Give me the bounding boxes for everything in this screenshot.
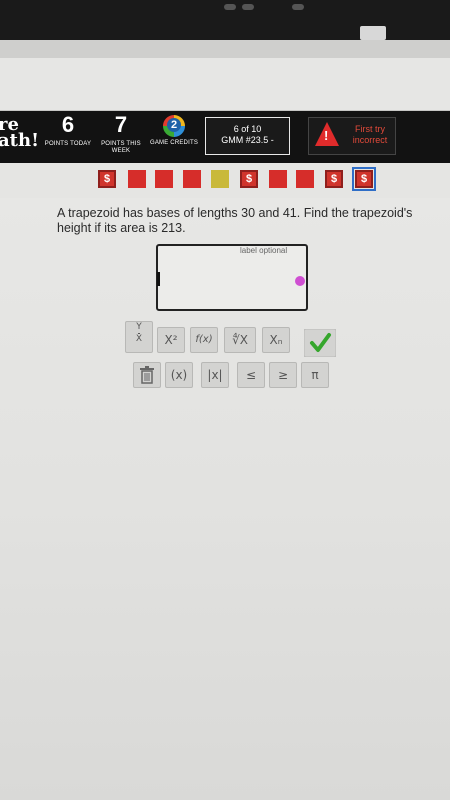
trash-icon (140, 366, 154, 384)
game-credits-icon: 2 (163, 115, 185, 137)
pi-button[interactable]: π (301, 362, 329, 388)
subscript-button[interactable]: Xₙ (262, 327, 290, 353)
monitor-bezel (0, 0, 450, 40)
tile-10-dollar-current[interactable]: $ (352, 167, 376, 191)
points-week-label: POINTS THIS WEEK (101, 141, 141, 154)
problem-tiles: $ $ $ $ (0, 163, 450, 198)
tile-7[interactable] (269, 170, 287, 188)
screen-edge (0, 40, 450, 58)
fraction-button[interactable]: Y X (125, 321, 153, 353)
fraction-icon: Y X (136, 323, 142, 344)
tile-5[interactable] (211, 170, 229, 188)
question-text: A trapezoid has bases of lengths 30 and … (57, 206, 413, 235)
game-credits[interactable]: 2 GAME CREDITS (144, 113, 204, 147)
app-logo: re ath! (0, 116, 39, 151)
logo-line2: ath! (0, 130, 39, 151)
browser-area (0, 58, 450, 111)
power-button[interactable]: X² (157, 327, 185, 353)
bezel-light (242, 4, 254, 10)
root-button[interactable]: ∜X (224, 327, 256, 353)
absolute-value-button[interactable]: |x| (201, 362, 229, 388)
fraction-top: Y (136, 322, 142, 332)
submit-button[interactable] (303, 328, 337, 358)
text-cursor (157, 272, 160, 286)
bezel-light (224, 4, 236, 10)
trash-button[interactable] (133, 362, 161, 388)
bezel-notch (360, 26, 386, 40)
tile-3[interactable] (155, 170, 173, 188)
points-this-week: 7 POINTS THIS WEEK (91, 113, 151, 155)
answer-input[interactable]: label optional (156, 244, 308, 311)
less-equal-button[interactable]: ≤ (237, 362, 265, 388)
warning-icon: ! (315, 122, 339, 146)
pointer-dot-icon (295, 276, 305, 286)
progress-count: 6 of 10 (233, 124, 262, 134)
first-try-status: ! First try incorrect (308, 117, 396, 155)
tile-8[interactable] (296, 170, 314, 188)
points-today-value: 6 (61, 112, 75, 137)
checkmark-icon (303, 328, 337, 358)
answer-label: label optional (240, 246, 288, 255)
points-today-label: POINTS TODAY (44, 141, 92, 147)
game-credits-label: GAME CREDITS (149, 140, 199, 146)
parentheses-button[interactable]: (x) (165, 362, 193, 388)
points-today: 6 POINTS TODAY (38, 113, 98, 148)
first-try-text: First try incorrect (345, 124, 395, 146)
game-credits-value: 2 (167, 118, 181, 132)
warning-line2: incorrect (352, 135, 388, 145)
bezel-light (292, 4, 304, 10)
fraction-bottom: X (135, 334, 143, 344)
tile-1-dollar[interactable]: $ (98, 170, 116, 188)
warning-line1: First try (355, 124, 385, 134)
tile-6-dollar[interactable]: $ (240, 170, 258, 188)
problem-progress: 6 of 10 GMM #23.5 - (205, 117, 290, 155)
tile-2[interactable] (128, 170, 146, 188)
tile-9-dollar[interactable]: $ (325, 170, 343, 188)
progress-assignment: GMM #23.5 - (221, 135, 274, 145)
greater-equal-button[interactable]: ≥ (269, 362, 297, 388)
tile-4[interactable] (183, 170, 201, 188)
points-week-value: 7 (114, 112, 128, 137)
function-button[interactable]: f(x) (190, 327, 218, 353)
